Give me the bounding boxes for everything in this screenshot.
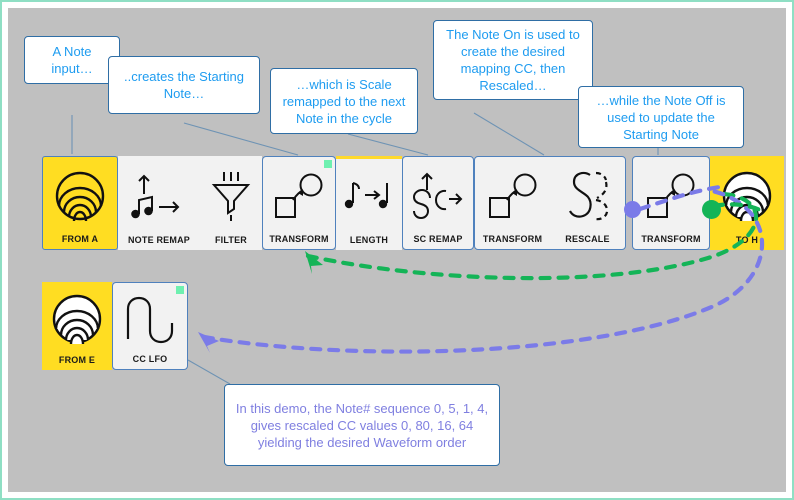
connector-scale-remap [347,133,429,156]
callout-note-off: …while the Note Off is used to update th… [578,86,744,148]
device-tile-rescale[interactable]: RESCALE [550,157,625,249]
diagram-frame: FROM A NOTE REMAP FILTER TRANSFORM LENGT… [0,0,794,500]
square-to-circle-icon [475,157,550,234]
lfo-device-chain: FROM E CC LFO [42,282,188,370]
device-tile-label: TO H [735,235,759,245]
device-group-transform-rescale: TRANSFORM RESCALE [474,156,626,250]
note-arrow-icon [118,156,200,235]
device-tile-label: LENGTH [349,235,389,245]
connector-demo-summary [187,359,231,385]
device-tile-transform-2[interactable]: TRANSFORM [475,157,550,249]
square-to-circle-icon [263,157,335,234]
device-tile-to-h[interactable]: TO H [710,156,784,250]
device-tile-label: SC REMAP [413,234,463,244]
callout-demo-summary: In this demo, the Note# sequence 0, 5, 1… [224,384,500,466]
device-tile-transform-3[interactable]: TRANSFORM [632,156,710,250]
rescale-curve-icon [550,157,625,234]
active-badge-icon [324,160,332,168]
main-device-chain: FROM A NOTE REMAP FILTER TRANSFORM LENGT… [42,156,784,250]
device-tile-length[interactable]: LENGTH [336,156,402,250]
note-off-connection-dot[interactable] [624,201,641,218]
funnel-icon [200,156,262,235]
device-tile-from-e[interactable]: FROM E [42,282,112,370]
device-tile-from-a[interactable]: FROM A [42,156,118,250]
callout-note-input: A Note input… [24,36,120,84]
device-tile-cc-lfo[interactable]: CC LFO [112,282,188,370]
callout-note-on: The Note On is used to create the desire… [433,20,593,100]
device-tile-label: CC LFO [132,354,168,364]
device-tile-label: FILTER [214,235,248,245]
note-on-connection-dot[interactable] [702,200,721,219]
device-tile-label: TRANSFORM [641,234,701,244]
device-tile-filter[interactable]: FILTER [200,156,262,250]
device-tile-transform-1[interactable]: TRANSFORM [262,156,336,250]
radiating-arcs-icon [43,157,117,234]
radiating-arcs-icon [42,282,112,355]
device-tile-label: RESCALE [565,234,610,244]
callout-scale-remap: …which is Scale remapped to the next Not… [270,68,418,134]
active-badge-icon [176,286,184,294]
connector-note-on [473,112,545,156]
green-feedback-arrowhead [305,251,323,274]
radiating-arcs-icon [710,156,784,235]
diagram-canvas: FROM A NOTE REMAP FILTER TRANSFORM LENGT… [8,8,786,492]
device-tile-label: TRANSFORM [269,234,329,244]
device-tile-label: FROM A [61,234,99,244]
device-tile-label: NOTE REMAP [127,235,190,245]
note-to-note-icon [336,156,402,235]
sc-arrow-icon [403,157,473,234]
device-tile-label: FROM E [58,355,96,365]
square-to-circle-icon [633,157,709,234]
device-tile-note-remap[interactable]: NOTE REMAP [118,156,200,250]
device-tile-label: TRANSFORM [482,234,543,244]
device-tile-sc-remap[interactable]: SC REMAP [402,156,474,250]
purple-feedback-arrowhead [198,332,219,353]
callout-starting-note: ..creates the Starting Note… [108,56,260,114]
